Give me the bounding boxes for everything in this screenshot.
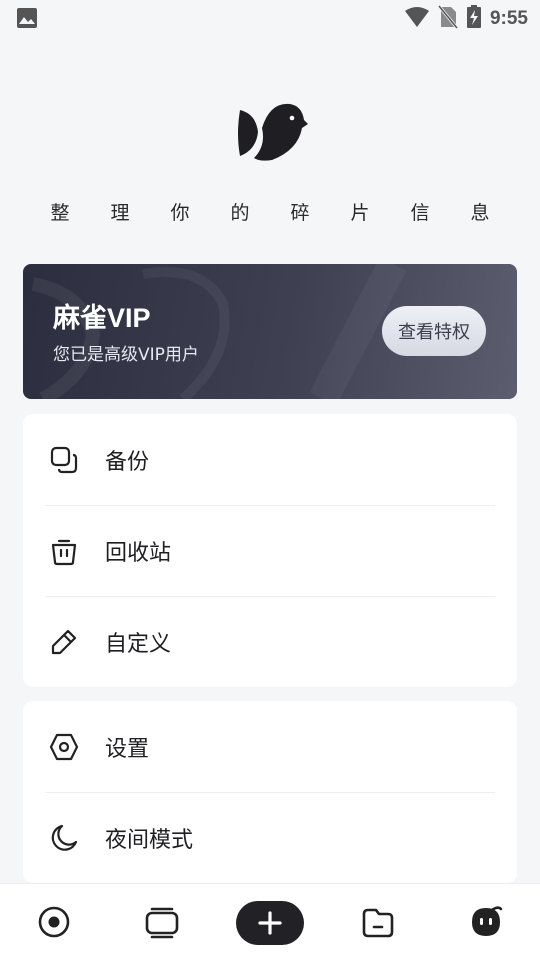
clock-time: 9:55: [489, 8, 528, 29]
menu-label: 自定义: [105, 631, 172, 657]
vip-card[interactable]: 麻雀VIP 您已是高级VIP用户 查看特权: [23, 264, 517, 399]
moon-icon: [49, 823, 79, 853]
wifi-icon: [404, 6, 430, 32]
menu-item-settings[interactable]: 设置: [23, 701, 517, 792]
cards-icon[interactable]: [144, 904, 180, 940]
sparrow-logo-icon: [232, 98, 308, 166]
slogan-char: 息: [470, 202, 490, 224]
menu-label: 回收站: [105, 540, 172, 566]
add-button[interactable]: [236, 901, 304, 945]
slogan-char: 信: [410, 202, 430, 224]
bottom-nav: [0, 883, 540, 961]
menu-card-primary: 备份 回收站 自定义: [23, 414, 517, 687]
view-privileges-button[interactable]: 查看特权: [382, 306, 486, 356]
no-sim-icon: [437, 5, 459, 33]
slogan-char: 碎: [290, 202, 310, 224]
image-icon: [16, 7, 38, 33]
profile-face-icon[interactable]: [468, 904, 504, 940]
menu-item-recycle-bin[interactable]: 回收站: [23, 505, 517, 596]
vip-title: 麻雀VIP: [53, 303, 151, 333]
slogan-char: 你: [170, 202, 190, 224]
slogan-char: 理: [110, 202, 130, 224]
menu-item-night-mode[interactable]: 夜间模式: [23, 792, 517, 883]
menu-item-backup[interactable]: 备份: [23, 414, 517, 505]
folder-icon[interactable]: [360, 904, 396, 940]
menu-label: 夜间模式: [105, 827, 194, 853]
menu-label: 备份: [105, 449, 150, 475]
copy-icon: [49, 445, 79, 475]
menu-label: 设置: [105, 736, 150, 762]
slogan: 整 理 你 的 碎 片 信 息: [0, 198, 540, 228]
menu-item-customize[interactable]: 自定义: [23, 596, 517, 687]
trash-icon: [49, 536, 79, 566]
add-icon: [258, 911, 282, 935]
slogan-char: 整: [50, 202, 70, 224]
slogan-char: 片: [350, 202, 370, 224]
battery-charging-icon: [466, 5, 482, 33]
status-bar: 9:55: [0, 0, 540, 36]
settings-hexagon-icon: [49, 732, 79, 762]
menu-card-secondary: 设置 夜间模式: [23, 701, 517, 883]
slogan-char: 的: [230, 202, 250, 224]
target-icon[interactable]: [36, 904, 72, 940]
vip-subtitle: 您已是高级VIP用户: [53, 345, 199, 365]
pencil-icon: [49, 627, 79, 657]
